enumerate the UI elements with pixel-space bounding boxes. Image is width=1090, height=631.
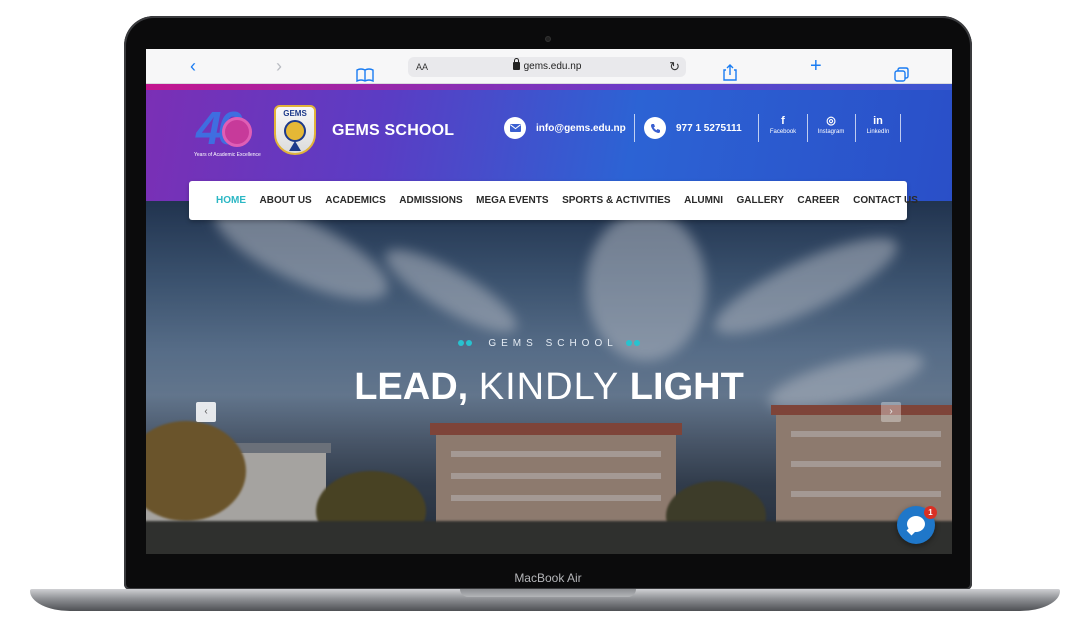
header-top-strip <box>146 84 952 90</box>
facebook-label: Facebook <box>769 129 797 135</box>
reload-button[interactable]: ↻ <box>669 57 680 77</box>
dots-icon <box>457 338 473 349</box>
anniversary-tagline: Years of Academic Excellence <box>194 152 261 158</box>
instagram-icon: ◎ <box>826 115 836 127</box>
tabs-icon[interactable] <box>894 59 909 82</box>
new-tab-button[interactable]: + <box>810 49 822 84</box>
facebook-link[interactable]: f Facebook <box>760 115 806 137</box>
nav-item-home[interactable]: HOME <box>216 195 246 206</box>
nav-item-admissions[interactable]: ADMISSIONS <box>399 195 462 206</box>
hero-headline: LEAD, KINDLY LIGHT <box>146 365 952 409</box>
school-crest-logo[interactable]: GEMS <box>274 105 316 155</box>
crest-word: GEMS <box>283 109 307 118</box>
facebook-icon: f <box>781 115 785 127</box>
screen: ‹ › AA gems.edu.np ↻ + 40 Years of Acade… <box>146 49 952 554</box>
divider <box>900 114 901 142</box>
browser-toolbar: ‹ › AA gems.edu.np ↻ + <box>146 49 952 84</box>
laptop-notch <box>460 589 636 597</box>
slider-next-button[interactable]: › <box>881 402 901 422</box>
chat-unread-badge: 1 <box>924 506 937 519</box>
nav-item-academics[interactable]: ACADEMICS <box>325 195 386 206</box>
nav-item-sports-activities[interactable]: SPORTS & ACTIVITIES <box>562 195 671 206</box>
hero-eyebrow-text: GEMS SCHOOL <box>488 338 618 350</box>
instagram-link[interactable]: ◎ Instagram <box>808 115 854 137</box>
nav-item-mega-events[interactable]: MEGA EVENTS <box>476 195 548 206</box>
divider <box>634 114 635 142</box>
url-text: gems.edu.np <box>523 61 582 72</box>
share-icon[interactable] <box>723 58 737 81</box>
dots-icon <box>625 338 641 349</box>
chat-widget-button[interactable]: 1 <box>897 506 937 544</box>
anniversary-ring <box>222 117 252 147</box>
headline-part-1: LEAD, <box>354 366 469 408</box>
divider <box>758 114 759 142</box>
slider-prev-button[interactable]: ‹ <box>196 402 216 422</box>
crest-emblem <box>284 120 306 142</box>
hero-slider: GEMS SCHOOL LEAD, KINDLY LIGHT ‹ › 1 <box>146 201 952 554</box>
book-icon[interactable] <box>356 59 374 83</box>
device-label: MacBook Air <box>514 571 582 585</box>
forward-button[interactable]: › <box>276 49 282 84</box>
phone-icon <box>644 117 666 139</box>
email-text[interactable]: info@gems.edu.np <box>536 123 626 134</box>
nav-item-gallery[interactable]: GALLERY <box>736 195 783 206</box>
phone-contact[interactable]: 977 1 5275111 <box>644 114 742 142</box>
nav-item-contact-us[interactable]: CONTACT US <box>853 195 918 206</box>
mail-icon <box>504 117 526 139</box>
email-contact[interactable]: info@gems.edu.np <box>504 114 626 142</box>
back-button[interactable]: ‹ <box>190 49 196 84</box>
linkedin-label: LinkedIn <box>866 129 890 135</box>
anniversary-logo[interactable]: 40 Years of Academic Excellence <box>194 103 261 161</box>
nav-item-about-us[interactable]: ABOUT US <box>260 195 312 206</box>
hero-eyebrow: GEMS SCHOOL <box>146 338 952 349</box>
site-title[interactable]: GEMS SCHOOL <box>332 122 454 140</box>
linkedin-link[interactable]: in LinkedIn <box>855 115 901 137</box>
phone-text[interactable]: 977 1 5275111 <box>676 123 742 134</box>
address-bar[interactable]: AA gems.edu.np ↻ <box>408 57 686 77</box>
main-nav: HOME ABOUT US ACADEMICS ADMISSIONS MEGA … <box>189 181 918 220</box>
crest-star <box>289 141 301 151</box>
nav-item-career[interactable]: CAREER <box>797 195 839 206</box>
camera-dot <box>545 36 551 42</box>
lock-icon <box>512 58 520 70</box>
headline-part-2: KINDLY <box>478 366 620 408</box>
instagram-label: Instagram <box>817 129 845 135</box>
url-display: gems.edu.np <box>408 57 686 77</box>
headline-part-3: LIGHT <box>629 366 744 408</box>
linkedin-icon: in <box>873 115 883 127</box>
nav-item-alumni[interactable]: ALUMNI <box>684 195 723 206</box>
